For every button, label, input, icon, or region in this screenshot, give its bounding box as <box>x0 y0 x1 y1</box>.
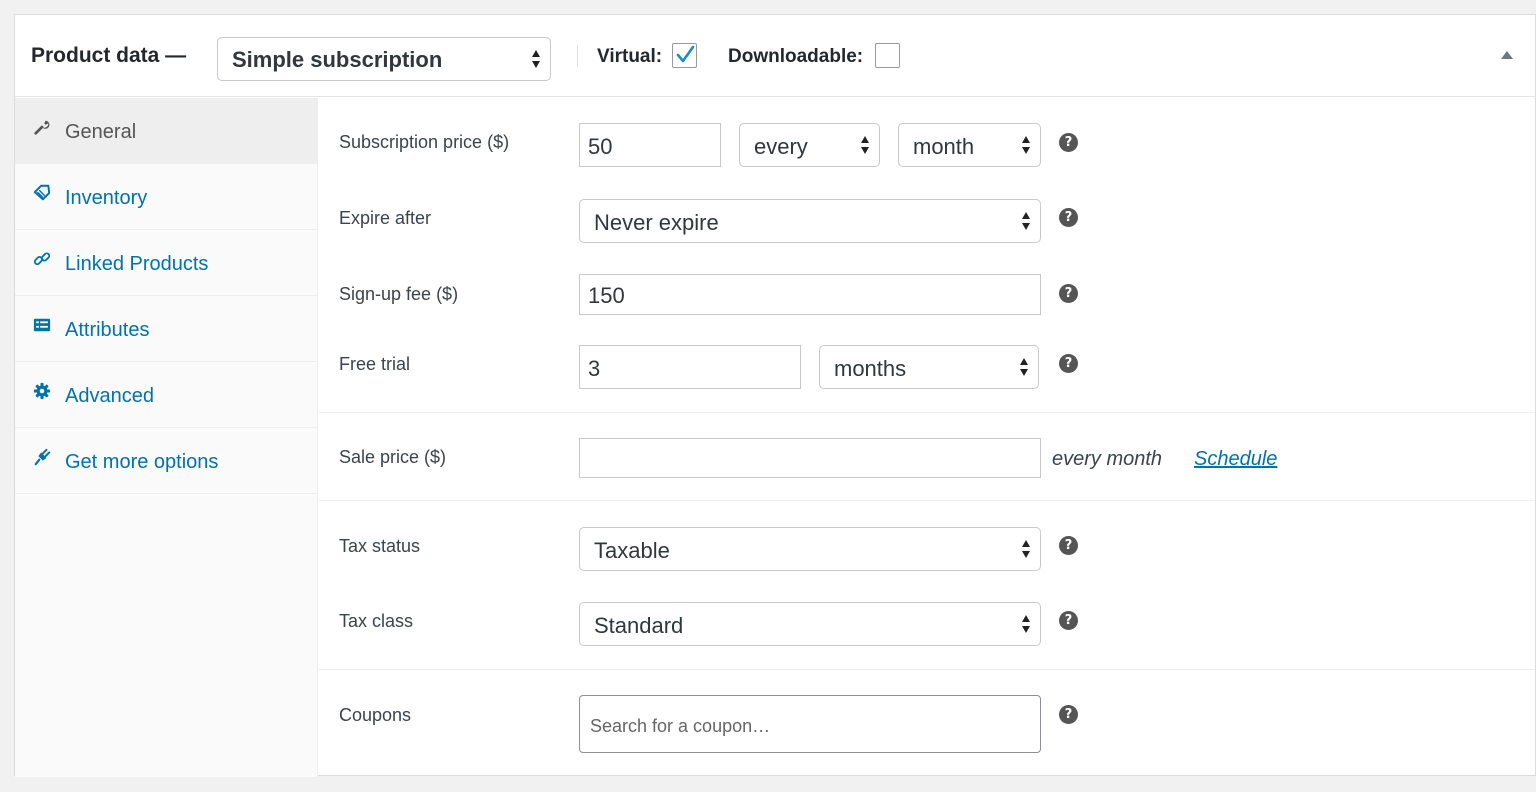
billing-interval-value: every <box>754 134 808 159</box>
tax-class-value: Standard <box>594 613 684 638</box>
select-arrows-icon <box>1022 615 1031 633</box>
select-arrows-icon <box>1022 540 1031 558</box>
tab-get-more-options-label: Get more options <box>65 451 219 473</box>
product-type-select[interactable]: Simple subscription <box>217 37 551 81</box>
tab-advanced-label: Advanced <box>65 385 154 407</box>
header-separator <box>577 45 578 67</box>
select-arrows-icon <box>1020 358 1029 376</box>
tab-general-label: General <box>65 121 137 143</box>
signup-fee-value: 150 <box>588 283 625 308</box>
tax-status-value: Taxable <box>594 538 670 563</box>
virtual-label: Virtual: <box>597 46 663 67</box>
collapse-toggle-icon[interactable] <box>1501 51 1513 59</box>
coupon-search-placeholder: Search for a coupon… <box>590 716 771 736</box>
wrench-icon <box>34 120 50 135</box>
help-icon[interactable]: ? <box>1059 705 1078 724</box>
schedule-link[interactable]: Schedule <box>1194 448 1277 471</box>
panel-title: Product data — <box>31 44 187 67</box>
free-trial-period-value: months <box>834 356 907 381</box>
section-divider <box>319 412 1535 413</box>
product-data-panel: Product data — Simple subscription Virtu… <box>14 14 1536 777</box>
sale-price-label: Sale price ($) <box>339 447 447 467</box>
general-options-panel: Subscription price ($) 50 every month ? … <box>319 98 1535 777</box>
sale-price-period-suffix: every month <box>1052 448 1163 470</box>
free-trial-length-value: 3 <box>588 356 601 381</box>
free-trial-length-input[interactable]: 3 <box>579 345 801 389</box>
section-divider <box>319 669 1535 670</box>
select-arrows-icon <box>861 136 870 154</box>
tab-advanced[interactable]: Advanced <box>15 362 317 428</box>
select-arrows-icon <box>1022 136 1031 154</box>
tab-inventory[interactable]: Inventory <box>15 164 317 230</box>
tab-linked-products-label: Linked Products <box>65 253 209 275</box>
coupon-search-input[interactable]: Search for a coupon… <box>579 695 1041 753</box>
plugin-icon <box>34 448 51 466</box>
tab-inventory-label: Inventory <box>65 187 148 209</box>
product-data-header: Product data — Simple subscription Virtu… <box>15 15 1535 97</box>
tag-icon <box>33 184 51 201</box>
tab-get-more-options[interactable]: Get more options <box>15 428 317 494</box>
expire-after-select[interactable]: Never expire <box>579 199 1041 243</box>
help-icon[interactable]: ? <box>1059 536 1078 555</box>
downloadable-checkbox[interactable] <box>875 43 900 68</box>
tab-attributes[interactable]: Attributes <box>15 296 317 362</box>
billing-period-value: month <box>913 134 975 159</box>
tax-class-select[interactable]: Standard <box>579 602 1041 646</box>
expire-after-label: Expire after <box>339 208 432 228</box>
product-data-tabs: General Inventory Linked Products Attrib… <box>15 98 318 777</box>
signup-fee-input[interactable]: 150 <box>579 274 1041 315</box>
select-arrows-icon <box>1022 212 1031 230</box>
expire-after-value: Never expire <box>594 210 719 235</box>
help-icon[interactable]: ? <box>1059 133 1078 152</box>
downloadable-label: Downloadable: <box>728 46 864 67</box>
section-divider <box>319 500 1535 501</box>
help-icon[interactable]: ? <box>1059 208 1078 227</box>
subscription-price-value: 50 <box>588 134 613 159</box>
tax-class-label: Tax class <box>339 611 414 631</box>
link-icon <box>33 252 51 266</box>
free-trial-label: Free trial <box>339 354 411 374</box>
billing-period-select[interactable]: month <box>898 123 1041 167</box>
free-trial-period-select[interactable]: months <box>819 345 1039 389</box>
help-icon[interactable]: ? <box>1059 284 1078 303</box>
subscription-price-label: Subscription price ($) <box>339 132 510 152</box>
billing-interval-select[interactable]: every <box>739 123 880 167</box>
subscription-price-input[interactable]: 50 <box>579 123 721 167</box>
signup-fee-label: Sign-up fee ($) <box>339 284 459 304</box>
tax-status-select[interactable]: Taxable <box>579 527 1041 571</box>
gear-icon <box>33 382 51 400</box>
tab-attributes-label: Attributes <box>65 319 150 341</box>
checkmark-icon <box>676 45 695 63</box>
tab-linked-products[interactable]: Linked Products <box>15 230 317 296</box>
select-arrows-icon <box>532 50 541 68</box>
tab-general[interactable]: General <box>15 98 317 164</box>
virtual-checkbox[interactable] <box>672 43 697 68</box>
list-card-icon <box>33 318 51 332</box>
coupons-label: Coupons <box>339 705 412 725</box>
sale-price-input[interactable] <box>579 438 1041 478</box>
help-icon[interactable]: ? <box>1059 354 1078 373</box>
product-type-value: Simple subscription <box>232 47 443 72</box>
help-icon[interactable]: ? <box>1059 611 1078 630</box>
tax-status-label: Tax status <box>339 536 421 556</box>
